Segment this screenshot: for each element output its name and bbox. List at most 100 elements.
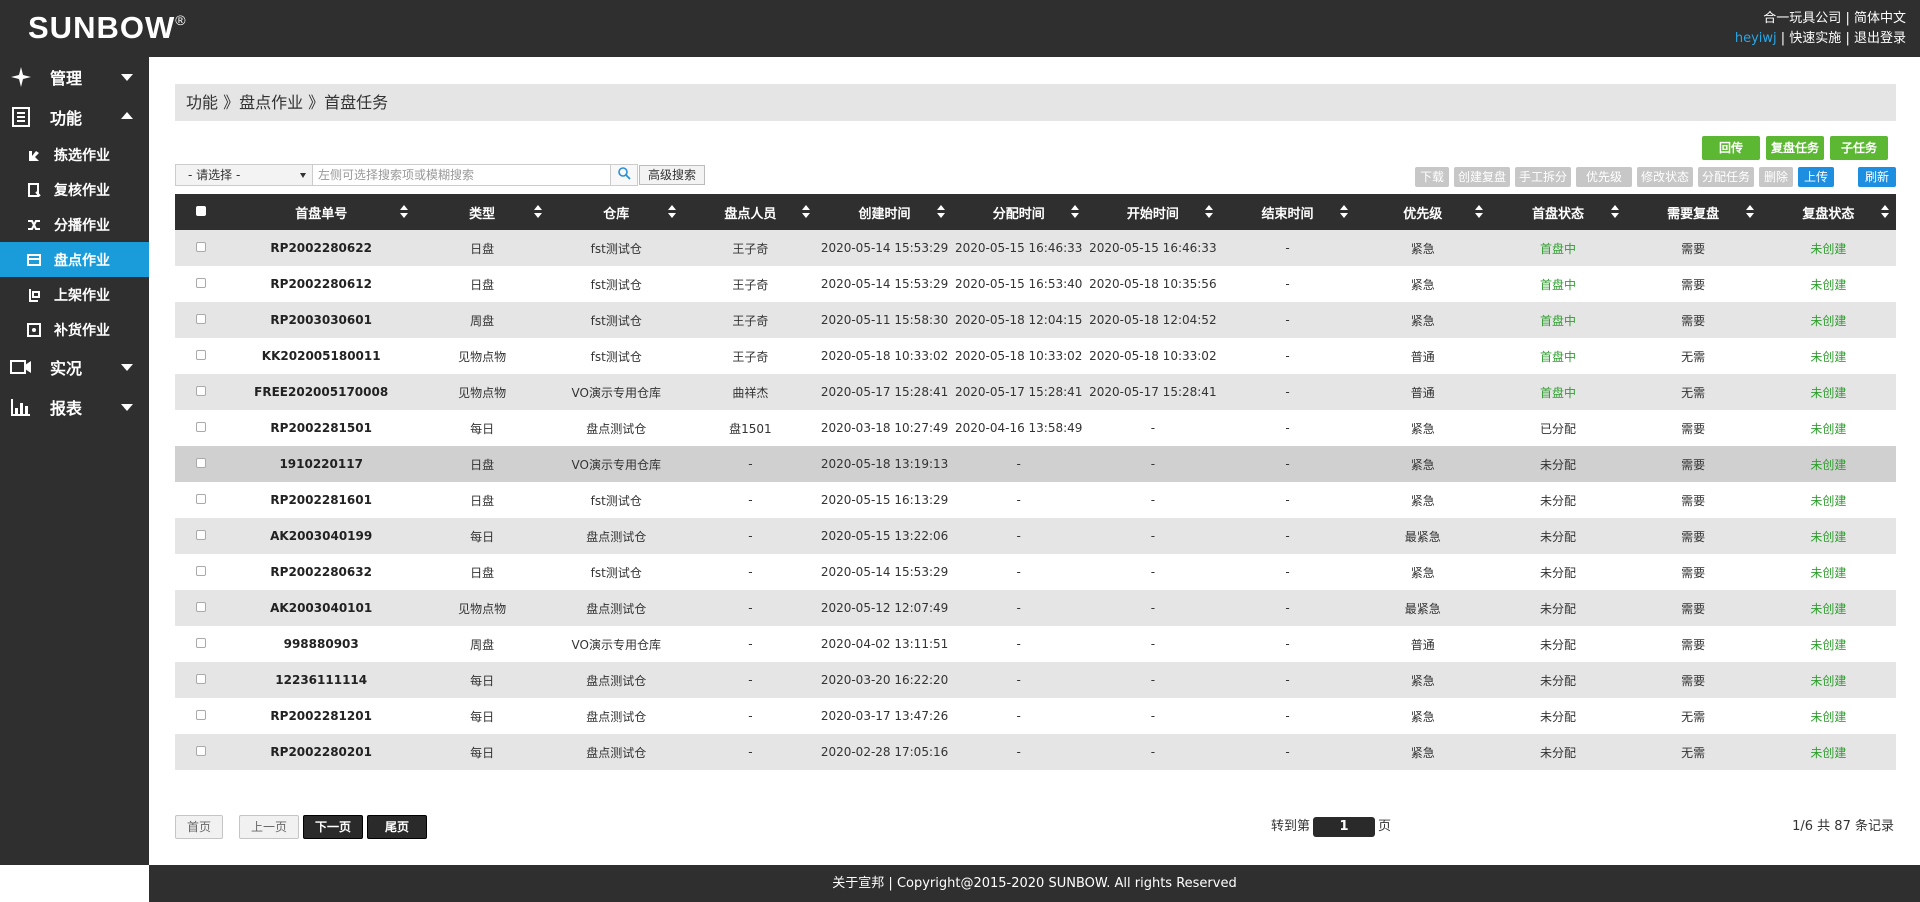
- table-row[interactable]: RP2002280612 日盘 fst测试仓 王子奇 2020-05-14 15:53:…: [175, 266, 1896, 302]
- table-row[interactable]: RP2002281201 每日 盘点测试仓 - 2020-03-17 13:47:26 -…: [175, 698, 1896, 734]
- sidebar-item-review[interactable]: 复核作业: [0, 172, 149, 207]
- table-row[interactable]: FREE202005170008 见物点物 VO演示专用仓库 曲祥杰 2020-05-1…: [175, 374, 1896, 410]
- sort-icon[interactable]: [936, 205, 945, 219]
- row-checkbox[interactable]: [196, 278, 207, 288]
- row-checkbox[interactable]: [196, 350, 207, 360]
- delete-button[interactable]: 删除: [1759, 167, 1793, 187]
- column-header[interactable]: 创建时间: [817, 194, 952, 230]
- row-checkbox[interactable]: [196, 710, 207, 720]
- sub-task-button[interactable]: 子任务: [1830, 136, 1888, 160]
- sort-icon[interactable]: [534, 205, 543, 219]
- row-checkbox[interactable]: [196, 386, 207, 396]
- manual-split-button[interactable]: 手工拆分: [1515, 167, 1571, 187]
- create-recheck-button[interactable]: 创建复盘: [1454, 167, 1510, 187]
- table-row[interactable]: KK202005180011 见物点物 fst测试仓 王子奇 2020-05-18 10…: [175, 338, 1896, 374]
- column-header[interactable]: 盘点人员: [683, 194, 818, 230]
- table-cell: -: [683, 590, 818, 626]
- prev-page-button[interactable]: 上一页: [239, 815, 299, 839]
- row-checkbox[interactable]: [196, 566, 207, 576]
- download-button[interactable]: 下载: [1415, 167, 1449, 187]
- column-header-label: 复盘状态: [1802, 206, 1855, 222]
- sidebar-item-replenish[interactable]: 补货作业: [0, 312, 149, 347]
- table-row[interactable]: RP2002281601 日盘 fst测试仓 - 2020-05-15 16:13:29…: [175, 482, 1896, 518]
- callback-button[interactable]: 回传: [1702, 136, 1760, 160]
- sort-icon[interactable]: [400, 205, 408, 219]
- table-cell: 2020-05-18 10:35:56: [1089, 277, 1217, 291]
- sort-icon[interactable]: [668, 205, 677, 219]
- logout-link[interactable]: 退出登录: [1854, 31, 1906, 46]
- row-checkbox[interactable]: [196, 530, 207, 540]
- table-cell: 紧急: [1355, 446, 1491, 482]
- row-checkbox[interactable]: [196, 242, 207, 252]
- column-header[interactable]: 开始时间: [1085, 194, 1220, 230]
- select-all-checkbox[interactable]: [196, 205, 207, 216]
- page-number-input[interactable]: 1: [1313, 817, 1376, 837]
- search-button[interactable]: [611, 164, 638, 186]
- table-cell: 2020-05-18 12:04:15: [951, 302, 1086, 338]
- column-header[interactable]: 复盘状态: [1760, 194, 1896, 230]
- sidebar-group-function[interactable]: 功能: [0, 97, 149, 137]
- sidebar-item-picking[interactable]: 拣选作业: [0, 137, 149, 172]
- priority-button[interactable]: 优先级: [1576, 167, 1632, 187]
- row-checkbox[interactable]: [196, 638, 207, 648]
- table-cell: -: [1016, 637, 1021, 651]
- sort-icon[interactable]: [1204, 205, 1213, 219]
- sidebar-item-shelving[interactable]: 上架作业: [0, 277, 149, 312]
- column-header[interactable]: 类型: [415, 194, 550, 230]
- row-checkbox[interactable]: [196, 458, 207, 468]
- table-row[interactable]: RP2003030601 周盘 fst测试仓 王子奇 2020-05-11 15:58:…: [175, 302, 1896, 338]
- company-link[interactable]: 合一玩具公司: [1763, 11, 1841, 26]
- advanced-search-button[interactable]: 高级搜索: [639, 165, 705, 185]
- search-input[interactable]: 左侧可选择搜索项或模糊搜索: [313, 164, 611, 186]
- sidebar-item-sorting[interactable]: 分播作业: [0, 207, 149, 242]
- table-row[interactable]: 1910220117 日盘 VO演示专用仓库 -2020-05-18 13:19:13…: [175, 446, 1896, 482]
- search-field-select[interactable]: - 请选择 -: [175, 164, 313, 186]
- quick-impl-link[interactable]: 快速实施: [1789, 31, 1841, 46]
- column-header[interactable]: 需要复盘: [1625, 194, 1761, 230]
- assign-task-button[interactable]: 分配任务: [1698, 167, 1754, 187]
- row-checkbox[interactable]: [196, 746, 207, 756]
- sidebar-group-manage[interactable]: 管理: [0, 57, 149, 97]
- column-header[interactable]: 首盘状态: [1490, 194, 1626, 230]
- column-header[interactable]: 优先级: [1355, 194, 1491, 230]
- row-checkbox[interactable]: [196, 602, 207, 612]
- table-cell: 2020-05-15 16:13:29: [820, 493, 949, 507]
- column-header[interactable]: 首盘单号: [227, 194, 415, 230]
- sort-icon[interactable]: [1745, 205, 1754, 219]
- column-header[interactable]: 结束时间: [1219, 194, 1356, 230]
- table-cell: fst测试仓: [590, 349, 642, 364]
- table-row[interactable]: RP2002280201 每日 盘点测试仓 -2020-02-28 17:05:16-…: [175, 734, 1896, 770]
- column-header[interactable]: 分配时间: [951, 194, 1086, 230]
- table-row[interactable]: 998880903 周盘 VO演示专用仓库 - 2020-04-02 13:11:51 -…: [175, 626, 1896, 662]
- table-row[interactable]: RP2002281501 每日 盘点测试仓 盘1501 2020-03-18 10:27…: [175, 410, 1896, 446]
- column-header[interactable]: 仓库: [549, 194, 684, 230]
- sidebar-group-live[interactable]: 实况: [0, 347, 149, 387]
- table-row[interactable]: RP2002280632 日盘 fst测试仓 - 2020-05-14 15:53:29…: [175, 554, 1896, 590]
- row-checkbox[interactable]: [196, 314, 207, 324]
- sunbow-logo[interactable]: SUNBOW®: [28, 10, 187, 46]
- table-row[interactable]: 12236111114 每日 盘点测试仓 -2020-03-20 16:22:20- -…: [175, 662, 1896, 698]
- sort-icon[interactable]: [1070, 205, 1079, 219]
- row-checkbox[interactable]: [196, 422, 207, 432]
- sidebar-item-inventory[interactable]: 盘点作业: [0, 242, 149, 277]
- sort-icon[interactable]: [1610, 205, 1619, 219]
- row-checkbox[interactable]: [196, 674, 207, 684]
- table-row[interactable]: AK2003040199 每日 盘点测试仓 -2020-05-15 13:22:06-…: [175, 518, 1896, 554]
- refresh-button[interactable]: 刷新: [1858, 167, 1896, 187]
- sort-icon[interactable]: [1881, 205, 1889, 219]
- language-link[interactable]: 简体中文: [1854, 11, 1906, 26]
- sort-icon[interactable]: [802, 205, 811, 219]
- next-page-button[interactable]: 下一页: [303, 815, 363, 839]
- row-checkbox[interactable]: [196, 494, 207, 504]
- table-row[interactable]: AK2003040101 见物点物 盘点测试仓 -2020-05-12 12:07:4…: [175, 590, 1896, 626]
- last-page-button[interactable]: 尾页: [367, 815, 427, 839]
- first-page-button[interactable]: 首页: [175, 815, 223, 839]
- sort-icon[interactable]: [1475, 205, 1484, 219]
- recheck-task-button[interactable]: 复盘任务: [1766, 136, 1824, 160]
- sidebar-group-report[interactable]: 报表: [0, 387, 149, 427]
- modify-status-button[interactable]: 修改状态: [1637, 167, 1693, 187]
- table-row[interactable]: RP2002280622 日盘 fst测试仓 王子奇 2020-05-14 15:53:…: [175, 230, 1896, 266]
- upload-button[interactable]: 上传: [1798, 167, 1834, 187]
- sort-icon[interactable]: [1340, 205, 1349, 219]
- username-link[interactable]: heyiwj: [1735, 31, 1777, 46]
